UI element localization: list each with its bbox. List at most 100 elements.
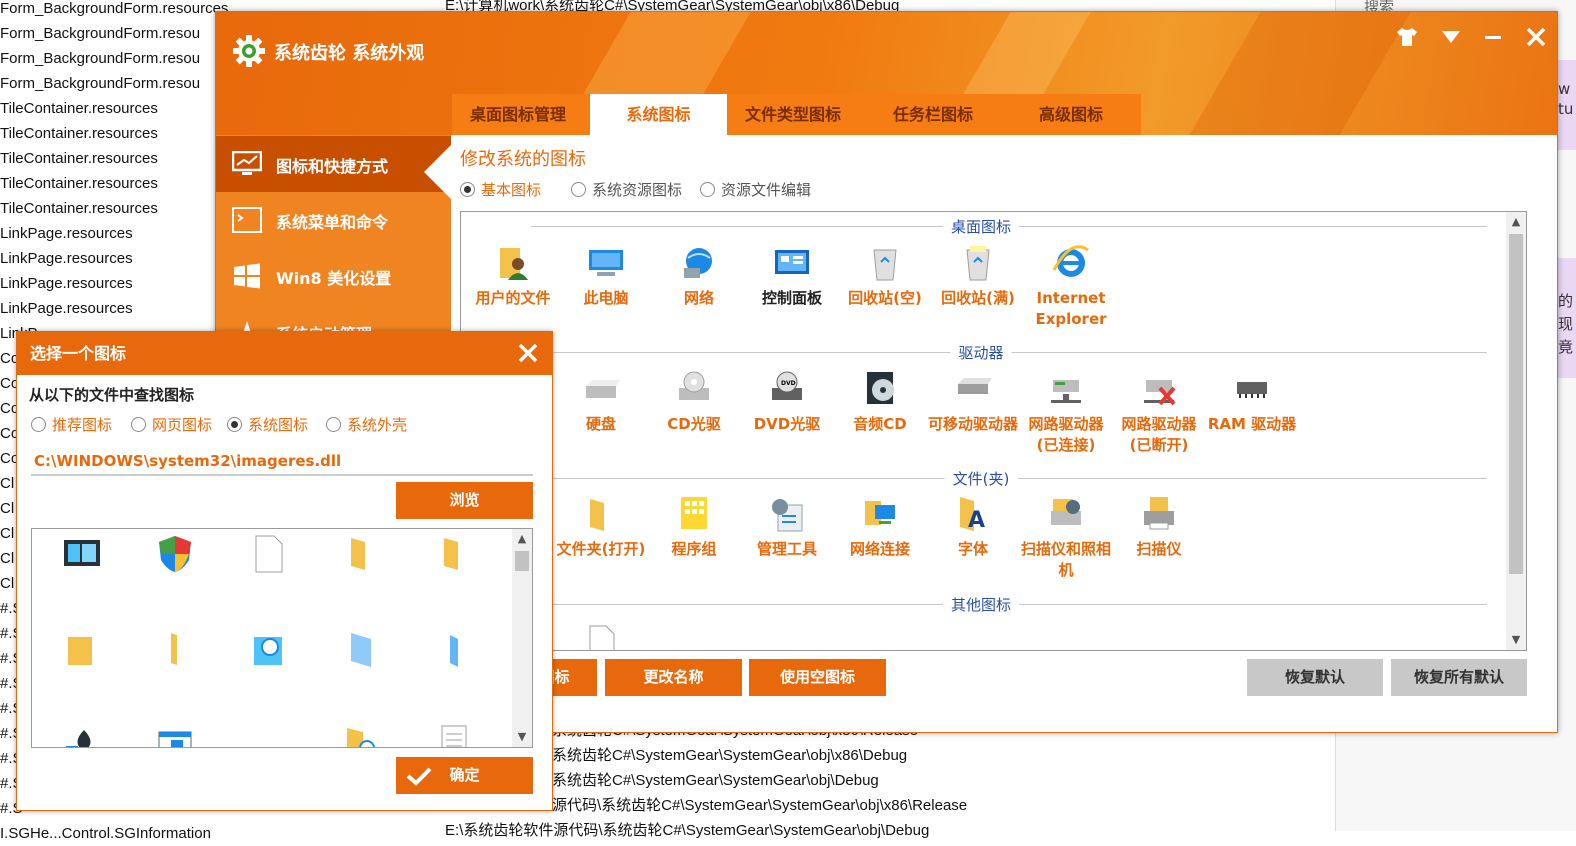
system-icon-item[interactable]: 用户的文件 — [467, 244, 559, 309]
system-icon-item[interactable]: 程序组 — [648, 495, 740, 560]
spade-icon[interactable] — [62, 724, 102, 747]
folder-closed-icon[interactable] — [62, 629, 102, 669]
sidebar-item-win8-beautify[interactable]: Win8 美化设置 — [216, 248, 451, 304]
group-title: 文件(夹) — [944, 468, 1018, 489]
group-title: 桌面图标 — [942, 216, 1020, 237]
rename-button[interactable]: 更改名称 — [605, 659, 742, 696]
background-path-item: 系统齿轮C#\SystemGear\SystemGear\obj\x86\Deb… — [552, 747, 908, 764]
system-icon-item[interactable]: 回收站(空) — [839, 244, 931, 309]
system-icon-label: Internet Explorer — [1035, 289, 1107, 328]
system-icon-item[interactable]: 管理工具 — [741, 495, 833, 560]
section-title: 修改系统的图标 — [460, 149, 586, 170]
scroll-thumb[interactable] — [515, 551, 529, 571]
system-icon-item[interactable]: 网路驱动器(已连接) — [1020, 370, 1112, 456]
radio-system-icons[interactable]: 系统图标 — [227, 414, 308, 435]
dialog-scrollbar[interactable]: ▲ ▼ — [512, 529, 532, 747]
radio-recommended-icons[interactable]: 推荐图标 — [31, 414, 112, 435]
system-icon-item[interactable]: RAM 驱动器 — [1206, 370, 1298, 435]
scroll-down-icon[interactable]: ▼ — [1509, 633, 1523, 647]
tab-advanced-icons[interactable]: 高级图标 — [1011, 94, 1141, 135]
system-icon-item[interactable]: DVD DVD光驱 — [741, 370, 833, 435]
close-button[interactable] — [1523, 24, 1549, 50]
system-icon-item[interactable]: 网络连接 — [834, 495, 926, 560]
group-title: 驱动器 — [950, 342, 1012, 363]
sidebar-item-startup[interactable]: 系统启动管理 — [216, 304, 451, 332]
system-icon-item[interactable]: 扫描仪 — [1113, 495, 1205, 560]
scroll-thumb[interactable] — [1509, 234, 1523, 574]
system-icon-item[interactable]: 硬盘 — [555, 370, 647, 435]
monitor-icon — [232, 151, 262, 175]
scroll-up-icon[interactable]: ▲ — [1509, 215, 1523, 229]
fonts-folder-icon: A — [954, 495, 992, 533]
skin-button[interactable] — [1394, 24, 1420, 50]
window-icon[interactable] — [155, 724, 195, 747]
dialog-close-button[interactable] — [512, 337, 544, 369]
ok-button[interactable]: 确定 — [396, 757, 533, 794]
icon-grid-scrollbar[interactable]: ▲ ▼ — [1506, 212, 1526, 650]
close-icon — [518, 343, 538, 363]
folder-icon[interactable] — [434, 534, 474, 574]
search-folder-icon[interactable] — [341, 724, 381, 747]
system-icon-label: 网络 — [683, 289, 714, 307]
radio-system-shell[interactable]: 系统外壳 — [326, 414, 407, 435]
restore-all-defaults-button[interactable]: 恢复所有默认 — [1391, 659, 1527, 696]
scroll-down-icon[interactable]: ▼ — [515, 730, 529, 744]
radio-web-icons[interactable]: 网页图标 — [131, 414, 212, 435]
system-icon-item[interactable]: CD光驱 — [648, 370, 740, 435]
folder-icon[interactable] — [341, 534, 381, 574]
system-icon-item[interactable]: 网络 — [653, 244, 745, 309]
network-connections-icon — [861, 495, 899, 533]
system-icon-label: 网络连接 — [849, 540, 910, 558]
blue-folder-thin-icon[interactable] — [434, 629, 474, 669]
scroll-up-icon[interactable]: ▲ — [515, 532, 529, 546]
system-icon-item[interactable]: 可移动驱动器 — [927, 370, 1019, 435]
radio-basic-icons[interactable]: 基本图标 — [460, 179, 541, 200]
menu-button[interactable] — [1438, 24, 1464, 50]
hard-disk-icon — [582, 370, 620, 408]
tab-desktop-icons[interactable]: 桌面图标管理 — [452, 94, 590, 135]
tab-taskbar-icons[interactable]: 任务栏图标 — [865, 94, 1011, 135]
system-icon-item[interactable]: 此电脑 — [560, 244, 652, 309]
system-icon-item[interactable]: 控制面板 — [746, 244, 838, 309]
system-icon-item[interactable]: 音频CD — [834, 370, 926, 435]
search-globe-icon[interactable] — [248, 629, 288, 669]
background-file-item: Form_BackgroundForm.resources — [0, 0, 229, 17]
blue-folder-icon[interactable] — [341, 629, 381, 669]
sidebar-item-icons-shortcuts[interactable]: 图标和快捷方式 — [216, 136, 451, 192]
tab-system-icons[interactable]: 系统图标 — [590, 94, 727, 135]
slideshow-icon[interactable] — [62, 534, 102, 574]
radio-dot — [326, 417, 341, 432]
minimize-button[interactable] — [1480, 24, 1506, 50]
list-document-icon[interactable] — [434, 724, 474, 747]
background-file-item: Form_BackgroundForm.resou — [0, 25, 201, 42]
use-empty-icon-button[interactable]: 使用空图标 — [749, 659, 886, 696]
background-path-item: 系统齿轮C#\SystemGear\SystemGear\obj\Debug — [552, 772, 879, 789]
system-icon-label: CD光驱 — [667, 415, 721, 433]
icon-file-path-input[interactable]: C:\WINDOWS\system32\imageres.dll — [31, 448, 533, 476]
radio-system-resource-icons[interactable]: 系统资源图标 — [571, 179, 682, 200]
system-icon-item[interactable]: 文件夹(打开) — [555, 495, 647, 560]
browse-button[interactable]: 浏览 — [396, 482, 533, 519]
system-icon-item[interactable] — [555, 622, 647, 650]
sidebar-item-label: Win8 美化设置 — [276, 269, 392, 288]
folder-thin-icon[interactable] — [155, 629, 195, 669]
background-fragment: 竟 — [1558, 338, 1574, 356]
system-icon-item[interactable]: 回收站(满) — [932, 244, 1024, 309]
system-icon-item[interactable]: Internet Explorer — [1025, 244, 1117, 330]
background-file-item: TileContainer.resources — [0, 175, 158, 192]
radio-resource-file-edit[interactable]: 资源文件编辑 — [700, 179, 811, 200]
dialog-prompt: 从以下的文件中查找图标 — [29, 386, 195, 404]
system-icon-item[interactable]: 网路驱动器(已断开) — [1113, 370, 1205, 456]
system-icon-item[interactable]: 扫描仪和照相机 — [1020, 495, 1112, 581]
title-bar[interactable]: 系统齿轮 系统外观 桌面图标管理 系统图标 文件类型图标 任务栏图标 高级图标 — [216, 12, 1557, 135]
audio-cd-icon — [861, 370, 899, 408]
restore-default-button[interactable]: 恢复默认 — [1247, 659, 1383, 696]
sidebar-item-menus-commands[interactable]: 系统菜单和命令 — [216, 192, 451, 248]
uac-shield-icon[interactable] — [155, 534, 195, 574]
blank-page-icon[interactable] — [248, 534, 288, 574]
tab-file-type-icons[interactable]: 文件类型图标 — [727, 94, 865, 135]
radio-label: 资源文件编辑 — [721, 181, 812, 199]
dialog-title[interactable]: 选择一个图标 — [17, 332, 552, 375]
system-icon-item[interactable]: A 字体 — [927, 495, 1019, 560]
radio-label: 系统外壳 — [347, 416, 408, 434]
